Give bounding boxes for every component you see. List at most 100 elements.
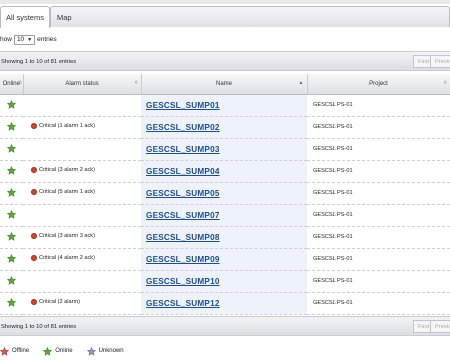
table-row[interactable]: Critical (4 alarm 2 ack) GESCSL_SUMP09 GES… (0, 248, 450, 270)
column-header-project[interactable]: Project ◊ (307, 74, 450, 95)
alarm-status-cell: Critical (1 alarm 1 ack) (23, 116, 141, 138)
entries-per-page-select[interactable]: 10 ▼ (13, 35, 36, 45)
online-status-cell (0, 248, 23, 270)
online-status-cell (0, 204, 23, 226)
online-status-cell (0, 270, 23, 292)
online-status-cell (0, 182, 23, 204)
name-cell: GESCSL_SUMP02 (141, 116, 307, 138)
online-status-cell (0, 292, 23, 314)
online-status-cell (0, 94, 23, 116)
table-header-row: Online ◊ Alarm status ◊ Name ▲ Project ◊ (0, 74, 450, 95)
online-star-icon (6, 121, 17, 133)
system-name-link[interactable]: GESCSL_SUMP03 (146, 145, 220, 154)
online-star-icon (6, 275, 17, 287)
alarm-status-text: Critical (5 alarm 1 ack) (39, 189, 95, 195)
table-row[interactable]: GESCSL_SUMP03 GESCSL PS-01 (0, 138, 450, 160)
system-name-link[interactable]: GESCSL_SUMP02 (146, 123, 220, 132)
entries-label: entries (37, 36, 57, 43)
system-name-link[interactable]: GESCSL_SUMP09 (146, 255, 220, 264)
system-name-link[interactable]: GESCSL_SUMP01 (146, 101, 220, 110)
name-cell: GESCSL_SUMP01 (141, 94, 307, 116)
project-cell: GESCSL PS-01 (313, 256, 353, 262)
alarm-status-cell: Critical (2 alarm) (23, 292, 141, 314)
critical-alarm-icon (31, 167, 37, 173)
sort-icon: ◊ (135, 80, 138, 86)
sort-icon: ◊ (444, 80, 447, 86)
online-star-icon (6, 209, 17, 221)
project-cell: GESCSL PS-01 (313, 102, 353, 108)
name-cell: GESCSL_SUMP07 (141, 204, 307, 226)
alarm-status-text: Critical (1 alarm 1 ack) (39, 123, 95, 129)
critical-alarm-icon (31, 233, 37, 239)
tab-bar: All systems Map (0, 6, 450, 28)
system-name-link[interactable]: GESCSL_SUMP08 (146, 233, 220, 242)
alarm-status-cell (23, 204, 141, 226)
name-cell: GESCSL_SUMP10 (141, 270, 307, 292)
show-label: how (0, 36, 12, 43)
tab-all-systems[interactable]: All systems (0, 6, 50, 28)
table-row[interactable]: Critical (2 alarm) GESCSL_SUMP12 GESCSL PS… (0, 292, 450, 314)
table-row[interactable]: Critical (3 alarm 3 ack) GESCSL_SUMP08 GES… (0, 226, 450, 248)
alarm-status-cell (23, 138, 141, 160)
entries-per-page-value: 10 (16, 36, 25, 43)
online-status-cell (0, 138, 23, 160)
project-cell: GESCSL PS-01 (313, 300, 353, 306)
online-star-icon (6, 165, 17, 177)
table-row[interactable]: Critical (3 alarm 2 ack) GESCSL_SUMP04 GES… (0, 160, 450, 182)
top-strip (0, 0, 450, 4)
system-name-link[interactable]: GESCSL_SUMP05 (146, 189, 220, 198)
table-row[interactable]: Critical (5 alarm 1 ack) GESCSL_SUMP05 GES… (0, 182, 450, 204)
system-name-link[interactable]: GESCSL_SUMP04 (146, 167, 220, 176)
project-cell: GESCSL PS-01 (313, 146, 353, 152)
alarm-status-cell (23, 94, 141, 116)
online-star-icon (6, 143, 17, 155)
table-row[interactable]: Critical (1 alarm 1 ack) GESCSL_SUMP02 GES… (0, 116, 450, 138)
offline-star-icon (0, 346, 9, 356)
legend-online-label: Online (55, 348, 73, 354)
project-cell: GESCSL PS-01 (313, 234, 353, 240)
project-cell: GESCSL PS-01 (313, 124, 353, 130)
system-name-link[interactable]: GESCSL_SUMP07 (146, 211, 220, 220)
table-row[interactable]: GESCSL_SUMP10 GESCSL PS-01 (0, 270, 450, 292)
alarm-status-text: Critical (2 alarm) (39, 299, 81, 305)
alarm-status-text: Critical (3 alarm 3 ack) (39, 233, 95, 239)
online-star-icon (6, 231, 17, 243)
systems-table: Online ◊ Alarm status ◊ Name ▲ Project ◊ GES… (0, 74, 450, 315)
previous-page-button-bottom[interactable]: Previo (430, 320, 450, 333)
alarm-status-header-label: Alarm status (65, 80, 99, 87)
online-header-label: Online (2, 80, 20, 87)
project-cell: GESCSL PS-01 (313, 212, 353, 218)
alarm-status-text: Critical (4 alarm 2 ack) (39, 255, 95, 261)
info-text-top: Showing 1 to 10 of 81 entries (1, 59, 77, 65)
status-legend: Offline Online Unknown (0, 344, 124, 358)
name-cell: GESCSL_SUMP08 (141, 226, 307, 248)
online-star-icon (6, 297, 17, 309)
name-cell: GESCSL_SUMP05 (141, 182, 307, 204)
name-cell: GESCSL_SUMP03 (141, 138, 307, 160)
name-header-label: Name (215, 80, 232, 87)
column-header-name[interactable]: Name ▲ (141, 74, 308, 95)
project-cell: GESCSL PS-01 (313, 190, 353, 196)
previous-page-button-top[interactable]: Previo (430, 55, 450, 68)
name-cell: GESCSL_SUMP09 (141, 248, 307, 270)
alarm-status-text: Critical (3 alarm 2 ack) (39, 167, 95, 173)
info-bar-bottom: Showing 1 to 10 of 81 entries First Prev… (0, 316, 450, 336)
sort-ascending-icon: ▲ (298, 80, 304, 86)
online-star-icon (6, 99, 17, 111)
unknown-star-icon (86, 346, 96, 356)
online-status-cell (0, 226, 23, 248)
system-name-link[interactable]: GESCSL_SUMP12 (146, 299, 220, 308)
legend-offline-label: Offline (12, 348, 30, 354)
table-row[interactable]: GESCSL_SUMP07 GESCSL PS-01 (0, 204, 450, 226)
alarm-status-cell: Critical (5 alarm 1 ack) (23, 182, 141, 204)
info-bar-top: Showing 1 to 10 of 81 entries First Prev… (0, 51, 450, 71)
tab-map[interactable]: Map (50, 6, 450, 27)
critical-alarm-icon (31, 189, 37, 195)
table-row[interactable]: GESCSL_SUMP01 GESCSL PS-01 (0, 94, 450, 116)
project-header-label: Project (369, 80, 388, 87)
column-header-online[interactable]: Online ◊ (0, 74, 24, 95)
column-header-alarm-status[interactable]: Alarm status ◊ (23, 74, 142, 95)
system-name-link[interactable]: GESCSL_SUMP10 (146, 277, 220, 286)
critical-alarm-icon (31, 255, 37, 261)
legend-unknown-label: Unknown (98, 348, 124, 354)
